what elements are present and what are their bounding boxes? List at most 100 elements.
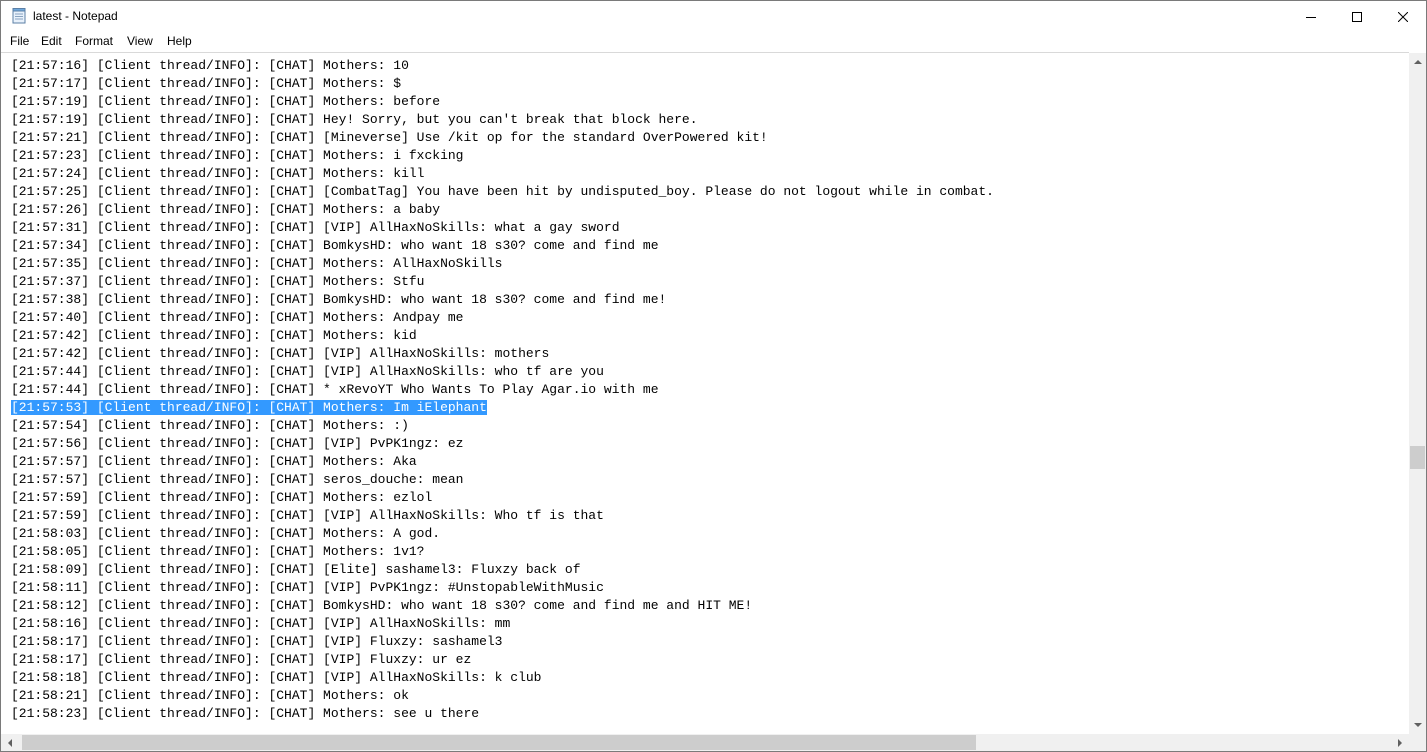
line-text: [21:57:44] [Client thread/INFO]: [CHAT] …: [11, 382, 659, 397]
line-text: [21:58:17] [Client thread/INFO]: [CHAT] …: [11, 634, 503, 649]
menu-bar: File Edit Format View Help: [1, 32, 1426, 51]
line-text: [21:58:05] [Client thread/INFO]: [CHAT] …: [11, 544, 425, 559]
text-line[interactable]: [21:57:21] [Client thread/INFO]: [CHAT] …: [11, 129, 994, 147]
line-text: [21:57:56] [Client thread/INFO]: [CHAT] …: [11, 436, 464, 451]
maximize-icon: [1352, 11, 1362, 22]
text-line[interactable]: [21:58:17] [Client thread/INFO]: [CHAT] …: [11, 633, 994, 651]
line-text: [21:57:42] [Client thread/INFO]: [CHAT] …: [11, 328, 417, 343]
horizontal-scroll-thumb[interactable]: [22, 735, 976, 750]
text-line[interactable]: [21:57:31] [Client thread/INFO]: [CHAT] …: [11, 219, 994, 237]
text-line[interactable]: [21:57:19] [Client thread/INFO]: [CHAT] …: [11, 111, 994, 129]
text-line[interactable]: [21:58:03] [Client thread/INFO]: [CHAT] …: [11, 525, 994, 543]
scrollbar-corner: [1409, 734, 1426, 751]
scroll-down-arrow-icon: [1413, 723, 1422, 727]
scroll-left-arrow-icon: [8, 738, 12, 747]
line-text: [21:57:44] [Client thread/INFO]: [CHAT] …: [11, 364, 604, 379]
text-editor-area[interactable]: [21:57:16] [Client thread/INFO]: [CHAT] …: [1, 52, 1409, 734]
scroll-up-button[interactable]: [1409, 53, 1426, 70]
line-text: [21:58:03] [Client thread/INFO]: [CHAT] …: [11, 526, 441, 541]
text-line[interactable]: [21:58:09] [Client thread/INFO]: [CHAT] …: [11, 561, 994, 579]
line-text: [21:58:17] [Client thread/INFO]: [CHAT] …: [11, 652, 472, 667]
line-text: [21:57:16] [Client thread/INFO]: [CHAT] …: [11, 58, 409, 73]
text-line[interactable]: [21:57:57] [Client thread/INFO]: [CHAT] …: [11, 471, 994, 489]
text-line[interactable]: [21:58:16] [Client thread/INFO]: [CHAT] …: [11, 615, 994, 633]
menu-help[interactable]: Help: [167, 34, 192, 48]
line-text: [21:58:18] [Client thread/INFO]: [CHAT] …: [11, 670, 542, 685]
line-text: [21:57:57] [Client thread/INFO]: [CHAT] …: [11, 472, 464, 487]
text-line[interactable]: [21:57:23] [Client thread/INFO]: [CHAT] …: [11, 147, 994, 165]
minimize-button[interactable]: [1288, 1, 1334, 32]
scroll-down-button[interactable]: [1409, 717, 1426, 734]
text-line[interactable]: [21:57:44] [Client thread/INFO]: [CHAT] …: [11, 381, 994, 399]
line-text: [21:57:23] [Client thread/INFO]: [CHAT] …: [11, 148, 464, 163]
line-text: [21:58:16] [Client thread/INFO]: [CHAT] …: [11, 616, 511, 631]
minimize-icon: [1306, 16, 1316, 18]
text-line[interactable]: [21:57:19] [Client thread/INFO]: [CHAT] …: [11, 93, 994, 111]
text-line[interactable]: [21:58:21] [Client thread/INFO]: [CHAT] …: [11, 687, 994, 705]
line-text: [21:57:34] [Client thread/INFO]: [CHAT] …: [11, 238, 659, 253]
menu-file[interactable]: File: [10, 34, 29, 48]
text-line[interactable]: [21:57:16] [Client thread/INFO]: [CHAT] …: [11, 57, 994, 75]
line-text: [21:57:53] [Client thread/INFO]: [CHAT] …: [11, 400, 487, 415]
menu-view[interactable]: View: [127, 34, 153, 48]
selected-text-line[interactable]: [21:57:53] [Client thread/INFO]: [CHAT] …: [11, 399, 994, 417]
line-text: [21:57:21] [Client thread/INFO]: [CHAT] …: [11, 130, 768, 145]
line-text: [21:57:37] [Client thread/INFO]: [CHAT] …: [11, 274, 425, 289]
maximize-button[interactable]: [1334, 1, 1380, 32]
line-text: [21:58:11] [Client thread/INFO]: [CHAT] …: [11, 580, 604, 595]
text-line[interactable]: [21:58:12] [Client thread/INFO]: [CHAT] …: [11, 597, 994, 615]
line-text: [21:57:19] [Client thread/INFO]: [CHAT] …: [11, 94, 441, 109]
line-text: [21:57:42] [Client thread/INFO]: [CHAT] …: [11, 346, 550, 361]
line-text: [21:57:31] [Client thread/INFO]: [CHAT] …: [11, 220, 620, 235]
text-line[interactable]: [21:57:42] [Client thread/INFO]: [CHAT] …: [11, 327, 994, 345]
text-line[interactable]: [21:57:34] [Client thread/INFO]: [CHAT] …: [11, 237, 994, 255]
title-bar[interactable]: latest - Notepad: [1, 1, 1426, 32]
text-line[interactable]: [21:57:38] [Client thread/INFO]: [CHAT] …: [11, 291, 994, 309]
scroll-right-arrow-icon: [1398, 738, 1402, 747]
text-line[interactable]: [21:58:18] [Client thread/INFO]: [CHAT] …: [11, 669, 994, 687]
text-line[interactable]: [21:57:17] [Client thread/INFO]: [CHAT] …: [11, 75, 994, 93]
text-lines: [21:57:16] [Client thread/INFO]: [CHAT] …: [11, 57, 994, 723]
text-line[interactable]: [21:57:26] [Client thread/INFO]: [CHAT] …: [11, 201, 994, 219]
text-line[interactable]: [21:57:25] [Client thread/INFO]: [CHAT] …: [11, 183, 994, 201]
line-text: [21:58:21] [Client thread/INFO]: [CHAT] …: [11, 688, 409, 703]
line-text: [21:57:57] [Client thread/INFO]: [CHAT] …: [11, 454, 417, 469]
menu-edit[interactable]: Edit: [41, 34, 62, 48]
scroll-right-button[interactable]: [1392, 734, 1409, 751]
line-text: [21:57:26] [Client thread/INFO]: [CHAT] …: [11, 202, 441, 217]
text-line[interactable]: [21:57:44] [Client thread/INFO]: [CHAT] …: [11, 363, 994, 381]
vertical-scroll-thumb[interactable]: [1410, 446, 1425, 469]
window-title: latest - Notepad: [33, 9, 118, 23]
line-text: [21:58:23] [Client thread/INFO]: [CHAT] …: [11, 706, 480, 721]
text-line[interactable]: [21:57:56] [Client thread/INFO]: [CHAT] …: [11, 435, 994, 453]
text-line[interactable]: [21:58:17] [Client thread/INFO]: [CHAT] …: [11, 651, 994, 669]
notepad-icon[interactable]: [12, 8, 26, 24]
scroll-up-arrow-icon: [1413, 60, 1422, 64]
line-text: [21:57:25] [Client thread/INFO]: [CHAT] …: [11, 184, 994, 199]
text-line[interactable]: [21:57:59] [Client thread/INFO]: [CHAT] …: [11, 507, 994, 525]
line-text: [21:57:19] [Client thread/INFO]: [CHAT] …: [11, 112, 698, 127]
line-text: [21:57:17] [Client thread/INFO]: [CHAT] …: [11, 76, 402, 91]
text-line[interactable]: [21:57:54] [Client thread/INFO]: [CHAT] …: [11, 417, 994, 435]
close-button[interactable]: [1380, 1, 1426, 32]
notepad-window: latest - Notepad File Edit Format View H…: [0, 0, 1427, 752]
line-text: [21:58:09] [Client thread/INFO]: [CHAT] …: [11, 562, 581, 577]
line-text: [21:57:40] [Client thread/INFO]: [CHAT] …: [11, 310, 464, 325]
text-line[interactable]: [21:57:42] [Client thread/INFO]: [CHAT] …: [11, 345, 994, 363]
text-line[interactable]: [21:57:57] [Client thread/INFO]: [CHAT] …: [11, 453, 994, 471]
text-line[interactable]: [21:58:05] [Client thread/INFO]: [CHAT] …: [11, 543, 994, 561]
vertical-scrollbar[interactable]: [1409, 53, 1426, 734]
scroll-left-button[interactable]: [1, 734, 18, 751]
line-text: [21:57:38] [Client thread/INFO]: [CHAT] …: [11, 292, 667, 307]
menu-format[interactable]: Format: [75, 34, 113, 48]
text-line[interactable]: [21:57:24] [Client thread/INFO]: [CHAT] …: [11, 165, 994, 183]
text-line[interactable]: [21:57:37] [Client thread/INFO]: [CHAT] …: [11, 273, 994, 291]
text-line[interactable]: [21:57:35] [Client thread/INFO]: [CHAT] …: [11, 255, 994, 273]
line-text: [21:57:59] [Client thread/INFO]: [CHAT] …: [11, 508, 604, 523]
horizontal-scrollbar[interactable]: [1, 734, 1409, 751]
text-line[interactable]: [21:57:40] [Client thread/INFO]: [CHAT] …: [11, 309, 994, 327]
text-line[interactable]: [21:57:59] [Client thread/INFO]: [CHAT] …: [11, 489, 994, 507]
text-line[interactable]: [21:58:23] [Client thread/INFO]: [CHAT] …: [11, 705, 994, 723]
close-icon: [1398, 11, 1408, 22]
text-line[interactable]: [21:58:11] [Client thread/INFO]: [CHAT] …: [11, 579, 994, 597]
